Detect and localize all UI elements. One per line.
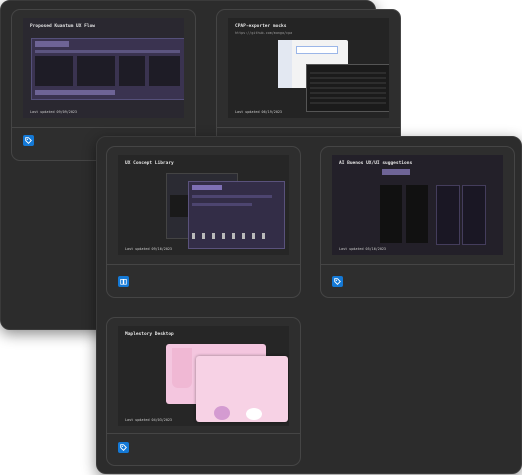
- mock-table-rows: [310, 72, 386, 104]
- tag-icon: [120, 444, 127, 451]
- mock-column: [119, 56, 145, 86]
- project-type-badge: [332, 276, 343, 287]
- card-divider: [12, 127, 195, 128]
- mock-character: [246, 408, 262, 420]
- mock-column: [35, 56, 73, 86]
- mock-purple-row: [192, 203, 252, 206]
- project-card-ai-buenos[interactable]: AI Buenos UX/UI suggestions Last updated…: [320, 146, 515, 298]
- mock-chip: [382, 169, 410, 175]
- mock-pink-card-front: [196, 356, 288, 422]
- card-divider: [107, 433, 300, 434]
- card-divider: [217, 127, 400, 128]
- project-thumbnail: CPAP-exporter mocks https://github.com/m…: [228, 18, 389, 118]
- project-type-badge: [23, 135, 34, 146]
- mock-column: [77, 56, 115, 86]
- mock-column: [436, 185, 460, 245]
- mock-chip: [35, 41, 69, 47]
- mock-column: [380, 185, 402, 243]
- mock-purple-row: [192, 195, 272, 198]
- thumbnail-title: Proposed Kuantum UX Flow: [30, 24, 96, 29]
- book-icon: [120, 279, 127, 285]
- mock-header-bar: [35, 50, 180, 53]
- mock-column: [406, 185, 428, 243]
- last-updated: Last updated 06/19/2023: [235, 110, 282, 114]
- project-card-maplestory-desktop[interactable]: Maplestory Desktop Last updated 04/03/20…: [106, 317, 301, 466]
- tag-icon: [334, 278, 341, 285]
- last-updated: Last updated 05/16/2023: [339, 247, 386, 251]
- mock-boba-cup: [172, 348, 192, 388]
- mock-column: [149, 56, 180, 86]
- mock-dialog-field: [296, 46, 338, 54]
- thumbnail-title: AI Buenos UX/UI suggestions: [339, 161, 413, 166]
- card-divider: [107, 264, 300, 265]
- project-card-ux-concept-library[interactable]: UX Concept Library Last updated 09/16/20…: [106, 146, 301, 298]
- thumbnail-title: CPAP-exporter mocks: [235, 24, 287, 29]
- mock-dialog-sidebar: [278, 40, 292, 88]
- project-thumbnail: Maplestory Desktop Last updated 04/03/20…: [118, 326, 289, 426]
- mock-character: [214, 406, 230, 420]
- last-updated: Last updated 04/03/2023: [125, 418, 172, 422]
- mock-purple-bar: [192, 185, 222, 190]
- card-divider: [321, 264, 514, 265]
- thumbnail-title: UX Concept Library: [125, 161, 174, 166]
- front-window: UX Concept Library Last updated 09/16/20…: [96, 136, 522, 474]
- project-thumbnail: UX Concept Library Last updated 09/16/20…: [118, 155, 289, 255]
- last-updated: Last updated 09/16/2023: [125, 247, 172, 251]
- thumbnail-subtitle: https://github.com/manga/cpa: [235, 31, 293, 35]
- project-thumbnail: Proposed Kuantum UX Flow Last updated 09…: [23, 18, 184, 118]
- thumbnail-title: Maplestory Desktop: [125, 332, 174, 337]
- last-updated: Last updated 09/09/2023: [30, 110, 77, 114]
- mock-button-row: [192, 233, 272, 239]
- mock-note: [35, 90, 115, 95]
- project-thumbnail: AI Buenos UX/UI suggestions Last updated…: [332, 155, 503, 255]
- tag-icon: [25, 137, 32, 144]
- mock-column: [462, 185, 486, 245]
- project-type-badge: [118, 276, 129, 287]
- project-type-badge: [118, 442, 129, 453]
